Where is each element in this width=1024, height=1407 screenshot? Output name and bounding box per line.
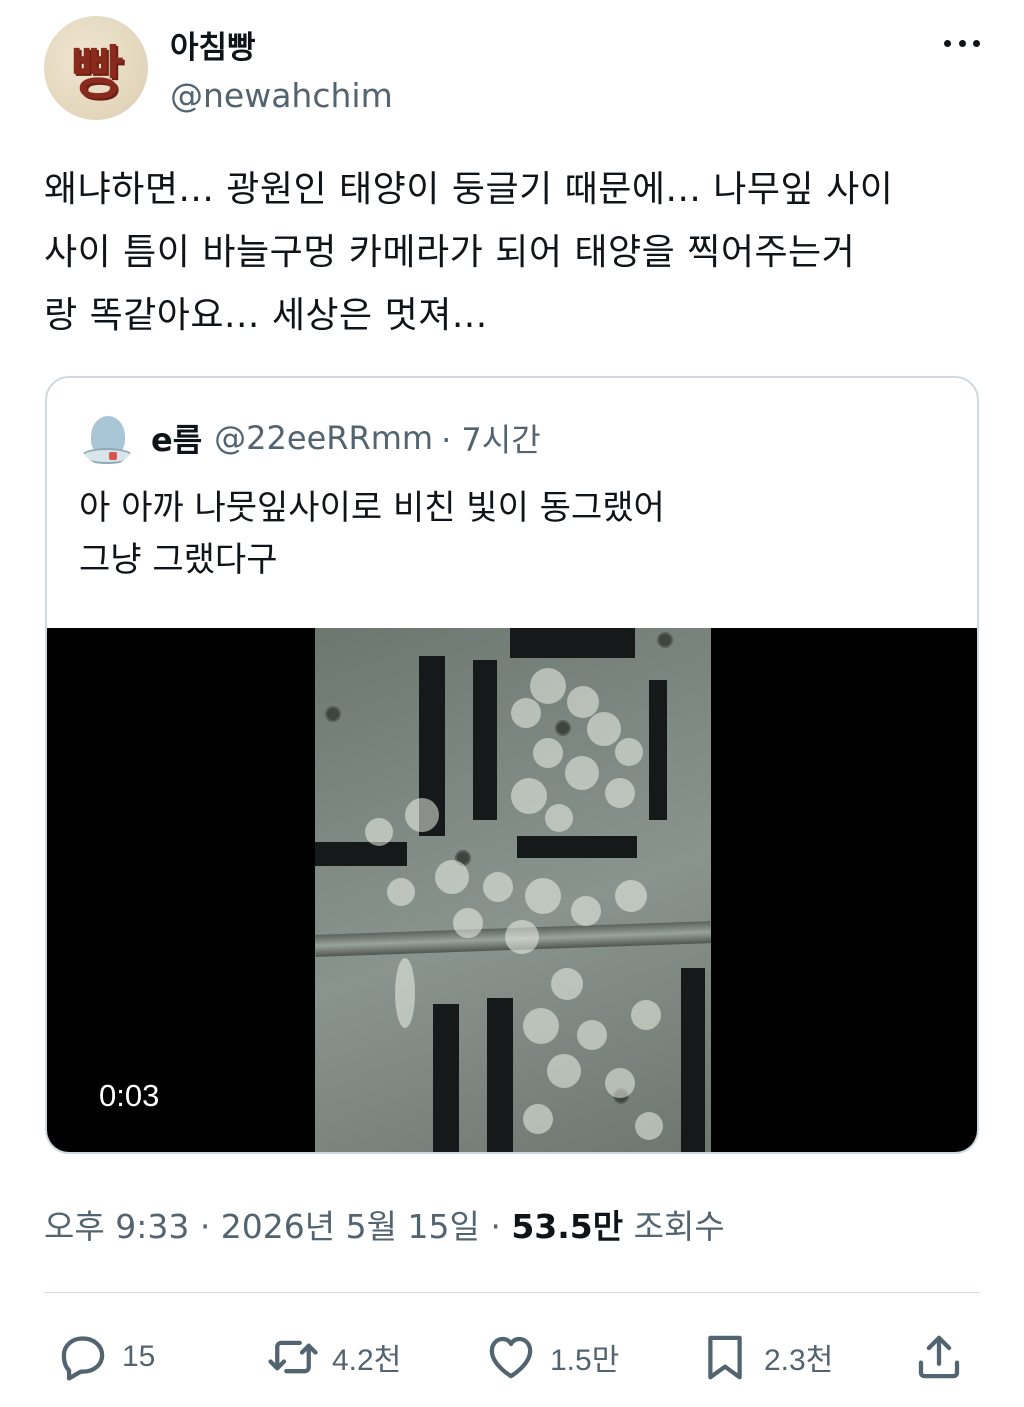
views-label: 조회수 <box>633 1207 725 1246</box>
video-frame <box>315 628 711 1152</box>
divider <box>44 1292 980 1293</box>
quoted-text-line: 아 아까 나뭇잎사이로 비친 빛이 동그랬어 <box>79 488 665 528</box>
quoted-tweet-header: e름 @22eeRRmm · 7시간 <box>79 408 541 468</box>
quoted-text-line: 그냥 그랬다구 <box>79 540 278 580</box>
views-count: 53.5만 <box>511 1207 624 1246</box>
tweet-text: 왜냐하면... 광원인 태양이 둥글기 때문에... 나무잎 사이 사이 틈이 … <box>44 158 984 347</box>
avatar-logo-text: 빵 <box>70 39 123 107</box>
quoted-author-avatar[interactable] <box>79 410 135 466</box>
action-bar: 15 4.2천 1.5만 2.3천 <box>44 1322 980 1392</box>
retweet-count: 4.2천 <box>332 1344 402 1377</box>
bookmark-icon <box>708 1335 742 1380</box>
more-icon[interactable] <box>940 28 984 58</box>
quoted-tweet-time[interactable]: · 7시간 <box>441 415 541 461</box>
tweet-header: 빵 아침빵 @newahchim <box>44 16 984 126</box>
retweet-icon <box>268 1340 318 1374</box>
quoted-author-display-name[interactable]: e름 <box>151 415 202 461</box>
reply-icon <box>61 1336 105 1381</box>
video-player[interactable]: 0:03 <box>47 628 977 1152</box>
share-button[interactable] <box>912 1322 966 1392</box>
like-count: 1.5만 <box>550 1344 620 1377</box>
retweet-button[interactable]: 4.2천 <box>266 1322 401 1392</box>
quoted-tweet[interactable]: e름 @22eeRRmm · 7시간 아 아까 나뭇잎사이로 비친 빛이 동그랬… <box>45 376 979 1154</box>
like-button[interactable]: 1.5만 <box>484 1322 619 1392</box>
author-avatar[interactable]: 빵 <box>44 16 148 120</box>
author-handle[interactable]: @newahchim <box>170 76 393 115</box>
reply-count: 15 <box>122 1340 156 1373</box>
video-duration-badge: 0:03 <box>99 1078 160 1113</box>
reply-button[interactable]: 15 <box>56 1322 155 1392</box>
tweet-text-line: 랑 똑같아요... 세상은 멋져... <box>44 295 488 336</box>
tweet-meta: 오후 9:33 · 2026년 5월 15일 · 53.5만 조회수 <box>44 1200 725 1248</box>
tweet-date[interactable]: · 2026년 5월 15일 · <box>200 1207 501 1246</box>
author-display-name[interactable]: 아침빵 <box>170 22 256 67</box>
tweet-text-line: 왜냐하면... 광원인 태양이 둥글기 때문에... 나무잎 사이 <box>44 169 894 210</box>
tweet-text-line: 사이 틈이 바늘구멍 카메라가 되어 태양을 찍어주는거 <box>44 232 856 273</box>
tweet-time[interactable]: 오후 9:33 <box>44 1207 189 1246</box>
like-icon <box>489 1336 533 1379</box>
share-icon <box>918 1335 960 1379</box>
bookmark-count: 2.3천 <box>764 1344 834 1377</box>
quoted-tweet-text: 아 아까 나뭇잎사이로 비친 빛이 동그랬어 그냥 그랬다구 <box>79 482 939 586</box>
quoted-author-handle[interactable]: @22eeRRmm <box>214 419 433 457</box>
bookmark-button[interactable]: 2.3천 <box>698 1322 833 1392</box>
